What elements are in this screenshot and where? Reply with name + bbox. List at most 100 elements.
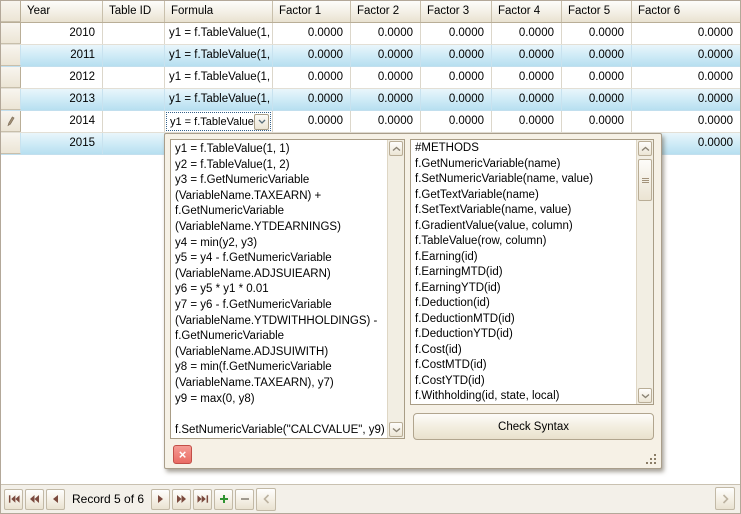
check-syntax-button[interactable]: Check Syntax (413, 413, 654, 440)
cell-table-id[interactable] (103, 111, 165, 132)
grid-row-2014[interactable]: 2014y1 = f.TableValue(1,0.00000.00000.00… (1, 111, 740, 133)
cell-factor-5[interactable]: 0.0000 (562, 23, 632, 44)
cell-factor-2[interactable]: 0.0000 (351, 111, 421, 132)
row-indicator[interactable] (1, 89, 21, 110)
cell-factor-3[interactable]: 0.0000 (421, 23, 492, 44)
cell-year[interactable]: 2011 (21, 45, 103, 66)
code-editor-scrollbar[interactable] (387, 140, 404, 438)
cell-factor-6[interactable]: 0.0000 (632, 111, 740, 132)
cell-factor-4[interactable]: 0.0000 (492, 67, 562, 88)
column-header-factor-6[interactable]: Factor 6 (632, 1, 740, 22)
grid-row-2011[interactable]: 2011y1 = f.TableValue(1, 1)0.00000.00000… (1, 45, 740, 67)
method-list-item[interactable]: f.GetNumericVariable(name) (411, 157, 636, 173)
method-list-item[interactable]: f.EarningYTD(id) (411, 281, 636, 297)
cell-formula[interactable]: y1 = f.TableValue(1, 1) (165, 67, 273, 88)
dropdown-arrow-icon[interactable] (254, 114, 269, 130)
previous-record-button[interactable] (46, 489, 65, 510)
cell-factor-3[interactable]: 0.0000 (421, 111, 492, 132)
resize-grip-icon[interactable] (645, 453, 656, 464)
method-list-item[interactable]: f.GetTextVariable(name) (411, 188, 636, 204)
method-list-item[interactable]: f.Withholding(id, state, local) (411, 389, 636, 404)
cell-factor-4[interactable]: 0.0000 (492, 111, 562, 132)
row-indicator-pencil-icon[interactable] (1, 111, 21, 132)
cell-factor-2[interactable]: 0.0000 (351, 89, 421, 110)
cell-table-id[interactable] (103, 23, 165, 44)
cell-factor-2[interactable]: 0.0000 (351, 23, 421, 44)
cell-factor-5[interactable]: 0.0000 (562, 67, 632, 88)
cell-factor-2[interactable]: 0.0000 (351, 67, 421, 88)
scroll-up-icon[interactable] (389, 141, 403, 156)
cell-factor-5[interactable]: 0.0000 (562, 45, 632, 66)
cell-factor-3[interactable]: 0.0000 (421, 67, 492, 88)
cell-factor-1[interactable]: 0.0000 (273, 45, 351, 66)
grid-row-2010[interactable]: 2010y1 = f.TableValue(1, 1)0.00000.00000… (1, 23, 740, 45)
cell-year[interactable]: 2013 (21, 89, 103, 110)
cell-factor-1[interactable]: 0.0000 (273, 23, 351, 44)
scroll-down-icon[interactable] (389, 422, 403, 437)
method-list-item[interactable]: f.TableValue(row, column) (411, 234, 636, 250)
cell-factor-3[interactable]: 0.0000 (421, 45, 492, 66)
scroll-right-icon[interactable] (715, 487, 735, 510)
column-header-factor-3[interactable]: Factor 3 (421, 1, 492, 22)
scrollbar-thumb[interactable] (638, 159, 652, 201)
column-header-factor-2[interactable]: Factor 2 (351, 1, 421, 22)
cell-factor-6[interactable]: 0.0000 (632, 45, 740, 66)
row-indicator[interactable] (1, 23, 21, 44)
methods-scrollbar[interactable] (636, 140, 653, 404)
method-list-item[interactable]: f.SetTextVariable(name, value) (411, 203, 636, 219)
scroll-left-icon[interactable] (256, 488, 276, 511)
cell-table-id[interactable] (103, 67, 165, 88)
row-indicator[interactable] (1, 67, 21, 88)
add-record-button[interactable] (214, 489, 233, 510)
formula-editor-value[interactable]: y1 = f.TableValue(1, (167, 116, 254, 128)
cell-factor-6[interactable]: 0.0000 (632, 67, 740, 88)
method-list-item[interactable]: f.Deduction(id) (411, 296, 636, 312)
scroll-down-icon[interactable] (638, 388, 652, 403)
column-header-factor-1[interactable]: Factor 1 (273, 1, 351, 22)
column-header-table-id[interactable]: Table ID (103, 1, 165, 22)
cell-year[interactable]: 2012 (21, 67, 103, 88)
cell-factor-6[interactable]: 0.0000 (632, 89, 740, 110)
cell-table-id[interactable] (103, 133, 165, 154)
method-list-item[interactable]: f.CostMTD(id) (411, 358, 636, 374)
cell-factor-4[interactable]: 0.0000 (492, 89, 562, 110)
last-record-button[interactable] (193, 489, 212, 510)
formula-cell-editor[interactable]: y1 = f.TableValue(1, (165, 111, 273, 132)
forward-records-button[interactable] (172, 489, 191, 510)
cell-table-id[interactable] (103, 89, 165, 110)
formula-code-text[interactable]: y1 = f.TableValue(1, 1) y2 = f.TableValu… (171, 140, 387, 438)
column-header-factor-5[interactable]: Factor 5 (562, 1, 632, 22)
cell-year[interactable]: 2014 (21, 111, 103, 132)
row-indicator[interactable] (1, 45, 21, 66)
grid-row-2012[interactable]: 2012y1 = f.TableValue(1, 1)0.00000.00000… (1, 67, 740, 89)
method-list-item[interactable]: f.Earning(id) (411, 250, 636, 266)
column-header-factor-4[interactable]: Factor 4 (492, 1, 562, 22)
cell-formula[interactable]: y1 = f.TableValue(1, 1) (165, 45, 273, 66)
rewind-records-button[interactable] (25, 489, 44, 510)
cell-year[interactable]: 2010 (21, 23, 103, 44)
row-indicator[interactable] (1, 133, 21, 154)
column-header-year[interactable]: Year (21, 1, 103, 22)
next-record-button[interactable] (151, 489, 170, 510)
column-header-formula[interactable]: Formula (165, 1, 273, 22)
cell-factor-4[interactable]: 0.0000 (492, 23, 562, 44)
method-list-item[interactable]: f.DeductionMTD(id) (411, 312, 636, 328)
cell-factor-6[interactable]: 0.0000 (632, 23, 740, 44)
cell-factor-1[interactable]: 0.0000 (273, 89, 351, 110)
cell-factor-3[interactable]: 0.0000 (421, 89, 492, 110)
method-list-item[interactable]: f.Cost(id) (411, 343, 636, 359)
cell-year[interactable]: 2015 (21, 133, 103, 154)
method-list-item[interactable]: f.GradientValue(value, column) (411, 219, 636, 235)
grid-row-2013[interactable]: 2013y1 = f.TableValue(1, 1)0.00000.00000… (1, 89, 740, 111)
cell-formula[interactable]: y1 = f.TableValue(1, 1) (165, 23, 273, 44)
cell-factor-1[interactable]: 0.0000 (273, 111, 351, 132)
cell-factor-5[interactable]: 0.0000 (562, 89, 632, 110)
delete-record-button[interactable] (235, 489, 254, 510)
first-record-button[interactable] (4, 489, 23, 510)
cell-factor-4[interactable]: 0.0000 (492, 45, 562, 66)
cell-table-id[interactable] (103, 45, 165, 66)
method-list-item[interactable]: f.EarningMTD(id) (411, 265, 636, 281)
methods-listbox[interactable]: #METHODSf.GetNumericVariable(name)f.SetN… (410, 139, 654, 405)
method-list-item[interactable]: f.CostYTD(id) (411, 374, 636, 390)
cell-factor-2[interactable]: 0.0000 (351, 45, 421, 66)
